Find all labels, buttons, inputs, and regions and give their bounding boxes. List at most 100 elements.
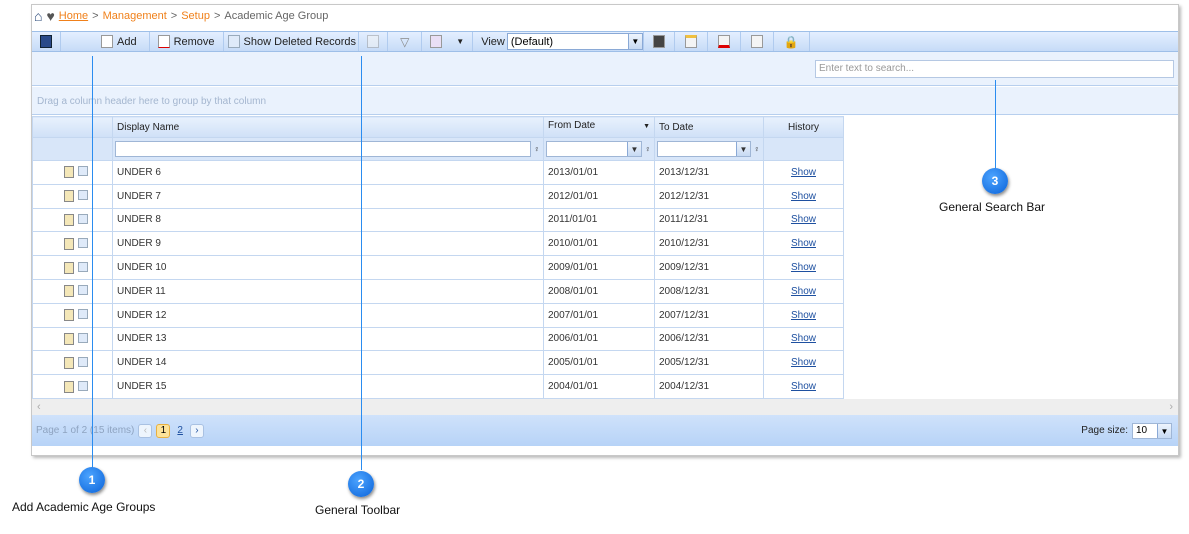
history-show-link[interactable]: Show [763, 374, 844, 399]
filter-options-icon[interactable]: ♀ [754, 145, 760, 154]
general-search-input[interactable]: Enter text to search... [815, 60, 1174, 78]
callout-line [92, 56, 93, 468]
remove-document-icon [157, 35, 170, 48]
print-button[interactable] [359, 32, 389, 51]
view-label: View [481, 35, 505, 48]
display-name-cell: UNDER 9 [112, 231, 544, 257]
filter-button[interactable]: ▽ [388, 32, 423, 51]
export-button[interactable]: ▼ [422, 32, 474, 51]
display-name-cell: UNDER 7 [112, 183, 544, 209]
to-date-filter-input[interactable]: ▼ [657, 141, 751, 157]
edit-icon[interactable] [64, 213, 74, 226]
breadcrumb-separator: > [213, 10, 221, 22]
lock-icon: 🔒 [783, 34, 799, 49]
filter-cell: ▼ ♀ [654, 137, 764, 161]
callout-badge-3: 3 [982, 168, 1008, 194]
prev-page-button[interactable]: ‹ [138, 423, 153, 438]
history-show-link[interactable]: Show [763, 160, 844, 185]
breadcrumb-separator: > [92, 10, 99, 22]
horizontal-scrollbar[interactable]: ‹ › [32, 399, 1178, 415]
show-deleted-records-checkbox[interactable]: Show Deleted Records [224, 32, 360, 51]
history-show-link[interactable]: Show [763, 207, 844, 233]
history-show-link[interactable]: Show [763, 183, 844, 209]
edit-icon[interactable] [64, 166, 74, 179]
sort-desc-icon: ▼ [643, 123, 650, 130]
help-button[interactable] [32, 32, 61, 51]
page-2-button[interactable]: 2 [174, 425, 186, 436]
breadcrumb-management[interactable]: Management [103, 10, 167, 22]
row-select-checkbox[interactable] [78, 309, 88, 320]
row-select-checkbox[interactable] [78, 356, 88, 367]
column-header-to-date[interactable]: To Date [654, 116, 764, 138]
row-select-checkbox[interactable] [78, 380, 88, 391]
from-date-cell: 2009/01/01 [543, 255, 655, 280]
edit-icon[interactable] [64, 380, 74, 393]
command-column-header [32, 116, 113, 138]
history-show-link[interactable]: Show [763, 302, 844, 328]
delete-view-button[interactable] [708, 32, 741, 51]
columns-icon [750, 35, 763, 48]
edit-icon[interactable] [64, 285, 74, 298]
to-date-cell: 2012/12/31 [654, 183, 764, 209]
column-header-display-name[interactable]: Display Name [112, 116, 544, 138]
chevron-down-icon[interactable]: ▼ [1157, 423, 1171, 438]
row-commands [32, 183, 113, 209]
to-date-cell: 2004/12/31 [654, 374, 764, 399]
history-show-link[interactable]: Show [763, 278, 844, 304]
group-by-panel[interactable]: Drag a column header here to group by th… [32, 87, 1178, 115]
next-page-button[interactable]: › [189, 423, 204, 438]
row-select-checkbox[interactable] [78, 166, 88, 177]
history-show-link[interactable]: Show [763, 255, 844, 280]
history-show-link[interactable]: Show [763, 326, 844, 352]
filter-options-icon[interactable]: ♀ [534, 145, 540, 154]
view-select[interactable]: (Default) ▼ [506, 33, 643, 50]
table-row: UNDER 15 2004/01/01 2004/12/31 Show [32, 374, 844, 399]
edit-icon[interactable] [64, 237, 74, 250]
chevron-down-icon[interactable]: ▼ [456, 37, 464, 46]
table-row: UNDER 12 2007/01/01 2007/12/31 Show [32, 302, 844, 328]
page-1-button[interactable]: 1 [156, 423, 171, 438]
chevron-down-icon[interactable]: ▼ [627, 34, 642, 49]
row-select-checkbox[interactable] [78, 237, 88, 248]
filter-options-icon[interactable]: ♀ [645, 145, 651, 154]
breadcrumb-setup[interactable]: Setup [181, 10, 210, 22]
table-row: UNDER 10 2009/01/01 2009/12/31 Show [32, 255, 844, 280]
scroll-left-icon[interactable]: ‹ [37, 401, 41, 413]
edit-icon[interactable] [64, 332, 74, 345]
favorite-heart-icon[interactable]: ♥ [46, 8, 54, 24]
edit-icon[interactable] [64, 190, 74, 203]
history-show-link[interactable]: Show [763, 231, 844, 257]
row-select-checkbox[interactable] [78, 190, 88, 201]
edit-icon[interactable] [64, 309, 74, 322]
from-date-filter-input[interactable]: ▼ [546, 141, 642, 157]
row-select-checkbox[interactable] [78, 285, 88, 296]
breadcrumb-home[interactable]: Home [59, 10, 88, 22]
scroll-right-icon[interactable]: › [1169, 401, 1173, 413]
edit-icon[interactable] [64, 356, 74, 369]
from-date-cell: 2007/01/01 [543, 302, 655, 328]
row-commands [32, 255, 113, 280]
edit-icon[interactable] [64, 261, 74, 274]
columns-button[interactable] [741, 32, 774, 51]
display-name-cell: UNDER 14 [112, 350, 544, 376]
home-icon[interactable]: ⌂ [34, 8, 42, 24]
from-date-cell: 2008/01/01 [543, 278, 655, 304]
display-name-cell: UNDER 10 [112, 255, 544, 280]
row-select-checkbox[interactable] [78, 261, 88, 272]
save-view-button[interactable] [642, 32, 675, 51]
display-name-filter-input[interactable] [115, 141, 531, 157]
page-size-select[interactable]: 10 ▼ [1132, 422, 1172, 439]
row-select-checkbox[interactable] [78, 213, 88, 224]
chevron-down-icon[interactable]: ▼ [627, 142, 641, 156]
chevron-down-icon[interactable]: ▼ [736, 142, 750, 156]
lock-button[interactable]: 🔒 [774, 32, 810, 51]
row-commands [32, 278, 113, 304]
row-select-checkbox[interactable] [78, 332, 88, 343]
history-show-link[interactable]: Show [763, 350, 844, 376]
column-header-from-date[interactable]: From Date ▼ [543, 116, 655, 138]
to-date-cell: 2005/12/31 [654, 350, 764, 376]
add-button[interactable]: Add [61, 32, 150, 51]
new-view-button[interactable] [675, 32, 708, 51]
remove-button[interactable]: Remove [150, 32, 224, 51]
column-header-history: History [763, 116, 844, 138]
